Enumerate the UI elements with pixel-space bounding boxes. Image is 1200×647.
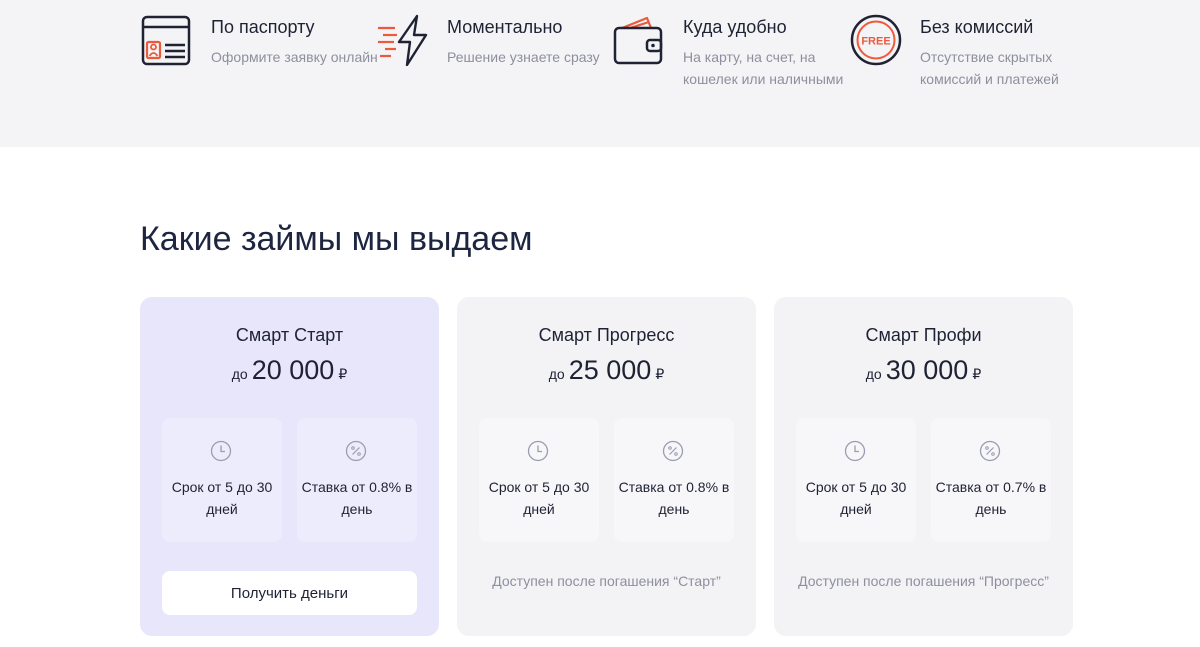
- loan-card-start: Смарт Старт до 20 000 ₽ Срок от 5 до 30 дн…: [140, 297, 439, 636]
- term-text: Срок от 5 до 30 дней: [171, 479, 273, 517]
- feature-description: На карту, на счет, на кошелек или наличн…: [683, 49, 844, 87]
- loan-name: Смарт Прогресс: [538, 325, 675, 345]
- currency-sign: ₽: [338, 366, 348, 382]
- clock-icon: [210, 440, 232, 462]
- free-badge-icon: FREE: [850, 14, 902, 66]
- rate-text: Ставка от 0.8% в день: [618, 479, 730, 517]
- feature-title: Куда удобно: [683, 17, 787, 37]
- amount-prefix: до: [548, 366, 565, 382]
- term-tile: Срок от 5 до 30 дней: [162, 418, 282, 542]
- loan-name: Смарт Старт: [235, 325, 344, 345]
- loan-amount: до 30 000 ₽: [774, 355, 1073, 386]
- passport-icon: [141, 15, 191, 66]
- loan-amount: до 25 000 ₽: [457, 355, 756, 386]
- availability-note: Доступен после погашения “Прогресс”: [798, 573, 1049, 589]
- feature-title: Без комиссий: [920, 17, 1034, 37]
- free-badge-text: FREE: [861, 36, 890, 48]
- rate-tile: Ставка от 0.7% в день: [931, 418, 1051, 542]
- feature-title: Моментально: [447, 17, 563, 37]
- rate-tile: Ставка от 0.8% в день: [614, 418, 734, 542]
- feature-title: По паспорту: [211, 17, 315, 37]
- clock-icon: [527, 440, 549, 462]
- lightning-icon: [378, 14, 428, 66]
- get-money-button[interactable]: Получить деньги: [162, 571, 417, 615]
- amount-prefix: до: [865, 366, 882, 382]
- percent-icon: [979, 440, 1001, 462]
- section-title: Какие займы мы выдаем: [140, 220, 533, 258]
- amount-prefix: до: [231, 366, 248, 382]
- percent-icon: [345, 440, 367, 462]
- amount-value: 25 000: [568, 355, 652, 385]
- currency-sign: ₽: [655, 366, 665, 382]
- availability-note: Доступен после погашения “Старт”: [492, 573, 721, 589]
- feature-description: Решение узнаете сразу: [447, 49, 600, 65]
- term-tile: Срок от 5 до 30 дней: [796, 418, 916, 542]
- feature-description: Отсутствие скрытых комиссий и платежей: [920, 49, 1059, 87]
- rate-text: Ставка от 0.7% в день: [935, 479, 1047, 517]
- feature-description: Оформите заявку онлайн: [211, 49, 378, 65]
- percent-icon: [662, 440, 684, 462]
- amount-value: 30 000: [885, 355, 969, 385]
- amount-value: 20 000: [251, 355, 335, 385]
- term-text: Срок от 5 до 30 дней: [488, 479, 590, 517]
- loan-name: Смарт Профи: [865, 325, 982, 345]
- term-tile: Срок от 5 до 30 дней: [479, 418, 599, 542]
- currency-sign: ₽: [972, 366, 982, 382]
- loan-amount: до 20 000 ₽: [140, 355, 439, 386]
- loan-card-progress: Смарт Прогресс до 25 000 ₽ Срок от 5 до 30…: [457, 297, 756, 636]
- rate-text: Ставка от 0.8% в день: [301, 479, 413, 517]
- loan-card-profi: Смарт Профи до 30 000 ₽ Срок от 5 до 30 дн…: [774, 297, 1073, 636]
- clock-icon: [844, 440, 866, 462]
- term-text: Срок от 5 до 30 дней: [805, 479, 907, 517]
- features-band: По паспорту Оформите заявку онлайн Момен…: [0, 0, 1200, 147]
- wallet-icon: [613, 16, 663, 65]
- rate-tile: Ставка от 0.8% в день: [297, 418, 417, 542]
